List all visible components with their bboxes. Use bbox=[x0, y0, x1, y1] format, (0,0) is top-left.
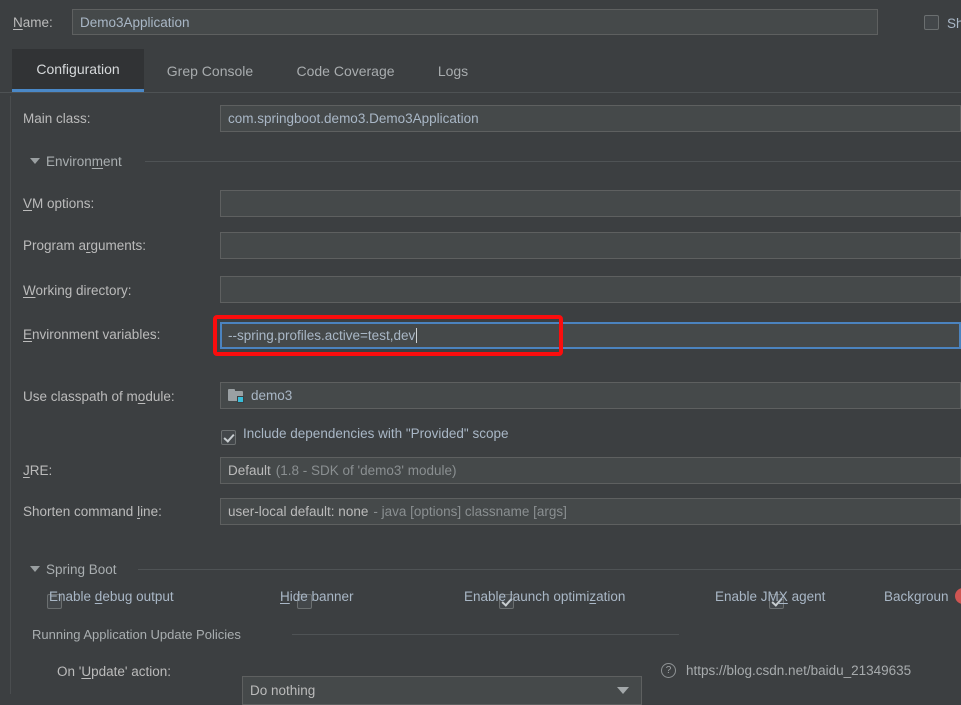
hide-banner-label: Hide banner bbox=[280, 589, 354, 604]
shorten-command-line-label: Shorten command line: bbox=[23, 504, 162, 519]
left-divider bbox=[10, 96, 11, 694]
jre-mnemonic: J bbox=[23, 463, 30, 478]
jre-combo[interactable]: Default (1.8 - SDK of 'demo3' module) bbox=[220, 457, 961, 484]
vm-options-mnemonic: V bbox=[23, 196, 33, 211]
classpath-module-label: Use classpath of module: bbox=[23, 389, 175, 404]
classpath-module-combo[interactable]: demo3 bbox=[220, 382, 961, 409]
name-label-mnemonic: N bbox=[13, 15, 23, 30]
environment-variables-mnemonic: E bbox=[23, 327, 33, 342]
jre-label: JRE: bbox=[23, 463, 53, 478]
environment-variables-value: --spring.profiles.active=test,dev bbox=[228, 328, 416, 343]
update-policies-rule bbox=[292, 634, 679, 635]
include-provided-label: Include dependencies with "Provided" sco… bbox=[243, 426, 509, 441]
tab-configuration-label: Configuration bbox=[36, 61, 120, 77]
tab-grep-console-label: Grep Console bbox=[166, 62, 254, 79]
on-update-action-label: On 'Update' action: bbox=[57, 664, 171, 679]
tab-configuration[interactable]: Configuration bbox=[12, 49, 144, 92]
help-icon[interactable]: ? bbox=[661, 663, 676, 678]
enable-debug-output-mnemonic: d bbox=[94, 589, 103, 604]
environment-section-rule bbox=[145, 161, 961, 162]
hide-banner-mnemonic: H bbox=[280, 589, 290, 604]
chevron-down-icon bbox=[617, 687, 629, 695]
on-update-action-combo[interactable]: Do nothing bbox=[242, 675, 642, 705]
module-folder-icon bbox=[228, 388, 245, 403]
background-item-label: Backgroun bbox=[884, 589, 949, 604]
shorten-command-line-mnemonic: l bbox=[137, 504, 141, 519]
tab-logs-label: Logs bbox=[437, 62, 469, 79]
main-class-label: Main class: bbox=[23, 111, 91, 126]
shorten-command-line-combo[interactable]: user-local default: none - java [options… bbox=[220, 498, 961, 525]
tab-logs[interactable]: Logs bbox=[415, 49, 491, 92]
program-arguments-mnemonic: r bbox=[86, 238, 91, 253]
on-update-action-mnemonic: U bbox=[81, 664, 92, 679]
text-caret bbox=[416, 328, 418, 343]
enable-jmx-agent-mnemonic: X bbox=[778, 589, 788, 604]
enable-debug-output-label: Enable debug output bbox=[49, 589, 174, 604]
name-label-rest: ame: bbox=[22, 15, 53, 30]
jre-value: Default bbox=[228, 463, 271, 478]
classpath-module-value: demo3 bbox=[251, 388, 293, 403]
program-arguments-input[interactable] bbox=[220, 232, 961, 259]
jre-value-detail: (1.8 - SDK of 'demo3' module) bbox=[275, 463, 457, 478]
environment-collapse-arrow[interactable] bbox=[30, 158, 40, 164]
environment-variables-input[interactable]: --spring.profiles.active=test,dev bbox=[220, 322, 961, 349]
tab-bar: Configuration Grep Console Code Coverage… bbox=[0, 49, 961, 93]
on-update-action-value: Do nothing bbox=[250, 682, 316, 698]
environment-variables-label: Environment variables: bbox=[23, 327, 161, 342]
name-input[interactable]: Demo3Application bbox=[72, 9, 878, 35]
tab-grep-console[interactable]: Grep Console bbox=[144, 49, 276, 92]
environment-section-title: Environment bbox=[46, 154, 122, 169]
share-checkbox-label: Sh bbox=[947, 16, 961, 31]
classpath-module-mnemonic: o bbox=[137, 389, 146, 404]
main-class-input[interactable]: com.springboot.demo3.Demo3Application bbox=[220, 105, 961, 132]
watermark-url: https://blog.csdn.net/baidu_21349635 bbox=[686, 663, 912, 678]
share-checkbox[interactable] bbox=[924, 14, 939, 30]
program-arguments-label: Program arguments: bbox=[23, 238, 147, 253]
tab-code-coverage[interactable]: Code Coverage bbox=[276, 49, 415, 92]
spring-boot-section-title: Spring Boot bbox=[46, 562, 117, 577]
name-input-value: Demo3Application bbox=[80, 14, 190, 30]
vm-options-label: VM options: bbox=[23, 196, 95, 211]
spring-boot-section-rule bbox=[138, 569, 961, 570]
update-policies-title: Running Application Update Policies bbox=[32, 627, 241, 642]
shorten-command-line-value: user-local default: none bbox=[228, 504, 369, 519]
enable-jmx-agent-label: Enable JMX agent bbox=[715, 589, 826, 604]
include-provided-checkbox[interactable] bbox=[221, 429, 236, 445]
vm-options-input[interactable] bbox=[220, 190, 961, 217]
environment-title-mnemonic: m bbox=[91, 154, 104, 169]
enable-launch-optimization-mnemonic: z bbox=[589, 589, 597, 604]
name-row: Name: Demo3Application Sh bbox=[0, 0, 961, 44]
tab-code-coverage-label: Code Coverage bbox=[296, 62, 395, 79]
working-directory-mnemonic: W bbox=[23, 283, 36, 298]
name-label: Name: bbox=[13, 16, 53, 30]
spring-boot-collapse-arrow[interactable] bbox=[30, 566, 40, 572]
shorten-command-line-detail: - java [options] classname [args] bbox=[373, 504, 567, 519]
enable-launch-optimization-label: Enable launch optimization bbox=[464, 589, 626, 604]
main-class-value: com.springboot.demo3.Demo3Application bbox=[228, 111, 479, 126]
working-directory-label: Working directory: bbox=[23, 283, 132, 298]
working-directory-input[interactable] bbox=[220, 276, 961, 303]
